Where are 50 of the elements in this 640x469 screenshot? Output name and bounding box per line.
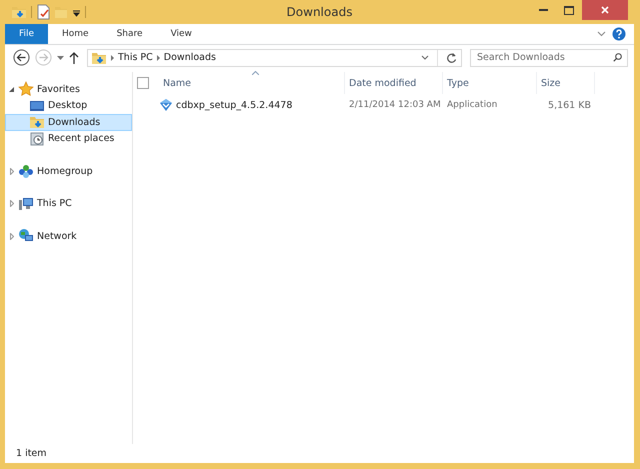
file-name[interactable]: cdbxp_setup_4.5.2.4478 bbox=[176, 100, 292, 110]
collapse-triangle-icon[interactable] bbox=[9, 86, 14, 92]
installer-icon bbox=[159, 98, 173, 112]
column-header[interactable]: Size bbox=[537, 72, 595, 94]
refresh-icon[interactable] bbox=[446, 52, 457, 63]
breadcrumb-item[interactable]: Downloads bbox=[164, 52, 216, 63]
homegroup-icon bbox=[18, 163, 34, 180]
select-all-checkbox[interactable] bbox=[137, 77, 149, 89]
nav-item[interactable]: Homegroup bbox=[37, 166, 93, 177]
expand-ribbon-icon[interactable] bbox=[597, 31, 606, 37]
close-button[interactable] bbox=[582, 0, 628, 20]
properties-icon[interactable] bbox=[36, 4, 50, 20]
nav-item[interactable]: Recent places bbox=[5, 130, 132, 147]
file-tab[interactable]: File bbox=[5, 24, 48, 44]
column-header[interactable]: Date modified bbox=[345, 72, 443, 94]
address-bar[interactable]: This PC Downloads bbox=[87, 48, 462, 66]
nav-item[interactable]: Downloads bbox=[5, 114, 132, 130]
help-icon[interactable] bbox=[612, 27, 626, 41]
expand-triangle-icon[interactable] bbox=[10, 200, 14, 208]
address-dropdown-icon[interactable] bbox=[421, 55, 429, 60]
folder-download-icon bbox=[29, 114, 45, 130]
nav-item[interactable]: Favorites bbox=[37, 84, 80, 95]
column-header[interactable]: Name bbox=[159, 72, 345, 94]
star-icon bbox=[18, 81, 34, 98]
date-modified-cell-text: 2/11/2014 12:03 AM bbox=[348, 100, 442, 110]
close-icon bbox=[601, 6, 609, 14]
size-cell-text: 5,161 KB bbox=[547, 100, 592, 110]
customize-dropdown-icon[interactable] bbox=[72, 8, 81, 16]
column-header[interactable]: Type bbox=[443, 72, 537, 94]
recent-places-icon bbox=[29, 130, 45, 147]
expand-triangle-icon[interactable] bbox=[10, 232, 14, 240]
type-cell-text: Application bbox=[446, 100, 498, 110]
expand-triangle-icon[interactable] bbox=[10, 168, 14, 175]
up-arrow-icon[interactable] bbox=[69, 52, 79, 64]
item-count: 1 item bbox=[16, 448, 47, 459]
ribbon-tab[interactable]: View bbox=[156, 24, 206, 44]
nav-item[interactable]: Desktop bbox=[5, 98, 132, 114]
ribbon-tab[interactable]: Share bbox=[102, 24, 157, 44]
folder-download-icon bbox=[11, 4, 27, 20]
maximize-icon bbox=[564, 6, 574, 14]
ribbon-tab[interactable]: Home bbox=[48, 24, 103, 44]
breadcrumb-item[interactable]: This PC bbox=[118, 52, 153, 63]
nav-item[interactable]: This PC bbox=[37, 198, 72, 210]
window-title: Downloads bbox=[286, 5, 352, 19]
nav-item[interactable]: Network bbox=[37, 230, 77, 242]
recent-locations-caret-icon[interactable] bbox=[57, 56, 64, 60]
minimize-icon bbox=[538, 9, 548, 11]
computer-icon bbox=[18, 196, 34, 212]
search-icon[interactable] bbox=[613, 53, 622, 62]
search-field[interactable]: Search Downloads bbox=[470, 48, 628, 66]
